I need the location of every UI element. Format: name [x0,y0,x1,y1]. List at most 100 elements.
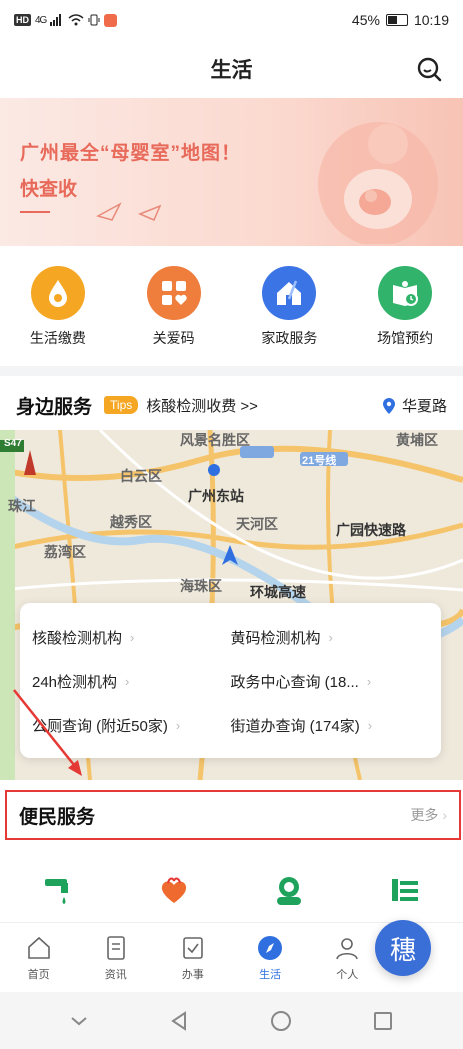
tab-tasks[interactable]: 办事 [154,923,231,992]
back-triangle-icon[interactable] [168,1010,190,1032]
map-label-zhujiang: 珠江 [8,498,36,514]
tab-label: 资讯 [104,968,127,981]
convenient-item[interactable] [0,862,116,918]
care-code-icon [146,266,201,320]
convenient-services-row [0,862,463,918]
chevron-right-icon: › [175,717,181,733]
service-label: 24h检测机构 [32,673,118,691]
nearby-title: 身边服务 [16,396,93,418]
battery-percent: 45% [351,12,380,28]
signal-icon: 4G [35,14,47,26]
tips-badge: Tips [104,396,139,414]
map-label-scenic: 风景名胜区 [180,432,250,448]
quick-services: 生活缴费 关爱码 家政服务 场馆预约 [0,256,463,360]
quick-service-label: 场馆预约 [377,330,434,346]
service-label: 政务中心查询 (18... [230,673,359,691]
nearby-services-header: 身边服务 Tips 核酸检测收费 >> 华夏路 [0,384,463,426]
more-label: 更多 [410,807,439,823]
map-label-guangyuan: 广园快速路 [336,522,406,538]
tab-label: 个人 [336,968,359,981]
tab-label: 办事 [181,968,204,981]
profile-icon [336,937,359,959]
tab-news[interactable]: 资讯 [77,923,154,992]
water-tap-icon [44,879,68,904]
service-yellow-code-test[interactable]: 黄码检测机构 › [231,615,430,659]
more-link[interactable]: 更多 › [410,805,447,825]
page-title: 生活 [210,59,253,82]
service-label: 黄码检测机构 [230,629,321,647]
tasks-icon [183,936,203,959]
quick-service-venue-booking[interactable]: 场馆预约 [347,256,463,360]
hd-icon: HD [14,14,31,26]
convenient-title: 便民服务 [19,806,96,828]
tips-link[interactable]: 核酸检测收费 >> [146,395,258,416]
tab-home[interactable]: 首页 [0,923,77,992]
location-selector[interactable]: 华夏路 [382,395,447,416]
convenient-services-header[interactable]: 便民服务 更多 › [5,790,461,840]
map-label-haizhu: 海珠区 [180,578,222,594]
status-right: 45% 10:19 [352,12,449,28]
checklist-icon [392,879,419,901]
paper-plane-decoration [20,202,162,221]
service-toilet[interactable]: 公厕查询 (附近50家) › [32,703,231,747]
search-icon[interactable] [415,55,443,83]
life-compass-icon [258,935,283,960]
convenient-item[interactable] [232,862,348,918]
promo-banner[interactable]: 广州最全“母婴室”地图！ 快查收 [0,98,463,246]
banner-subline: 快查收 [20,179,78,200]
clock: 10:19 [413,12,449,28]
news-icon [106,935,125,960]
map-label-line21: 21号线 [302,455,337,467]
quick-service-care-code[interactable]: 关爱码 [116,256,232,360]
app-notification-icon [104,13,118,27]
section-divider [0,366,463,376]
service-label: 核酸检测机构 [32,629,123,647]
location-pin-icon [382,397,395,414]
service-gov-center[interactable]: 政务中心查询 (18... › [231,659,430,703]
location-label: 华夏路 [401,398,447,415]
chevron-down-icon[interactable] [69,1015,89,1027]
status-bar: HD 4G 45% 10:19 [0,0,463,40]
customer-service-icon [277,877,302,905]
service-nucleic-test[interactable]: 核酸检测机构 › [32,615,231,659]
service-label: 公厕查询 (附近50家) [32,717,168,735]
signal-bars-icon [50,14,62,26]
chevron-right-icon: › [367,717,373,733]
sui-floating-button[interactable]: 穗 [375,920,431,976]
map-label-huangpu: 黄埔区 [396,432,438,448]
system-navigation-bar [0,992,463,1049]
home-circle-icon[interactable] [269,1009,293,1033]
tab-label: 生活 [259,968,282,981]
service-24h-test[interactable]: 24h检测机构 › [32,659,231,703]
service-street-office[interactable]: 街道办查询 (174家) › [231,703,430,747]
heart-hands-icon [161,877,186,903]
chevron-right-icon: › [125,673,130,689]
chevron-right-icon: › [328,629,333,645]
tab-life[interactable]: 生活 [232,923,309,992]
recents-square-icon[interactable] [372,1010,394,1032]
quick-service-utility-payment[interactable]: 生活缴费 [0,256,116,360]
map-label-liwan: 荔湾区 [44,544,86,560]
map-label-yuexiu: 越秀区 [110,514,152,530]
vibrate-icon [88,14,100,26]
page-header: 生活 [0,40,463,98]
quick-service-label: 家政服务 [261,330,318,346]
water-drop-icon [30,266,85,320]
quick-service-label: 生活缴费 [29,330,86,346]
home-icon [27,936,50,959]
map-label-tianhe: 天河区 [236,516,278,532]
nearby-service-card: 核酸检测机构 › 黄码检测机构 › 24h检测机构 › 政务中心查询 (18... › … [20,603,441,758]
chevron-right-icon: › [366,673,372,689]
quick-service-housekeeping[interactable]: 家政服务 [232,256,348,360]
convenient-item[interactable] [116,862,232,918]
chevron-right-icon: › [442,807,447,823]
banner-headline: 广州最全“母婴室”地图！ [20,143,242,164]
fab-glyph: 穗 [389,934,416,965]
tab-label: 首页 [27,968,50,981]
tab-profile[interactable]: 个人 [309,923,386,992]
map-label-s47: S47 [4,438,22,449]
chevron-right-icon: › [130,629,135,645]
convenient-item[interactable] [347,862,463,918]
map-label-baiyun: 白云区 [120,468,162,484]
mother-baby-illustration [318,122,438,244]
